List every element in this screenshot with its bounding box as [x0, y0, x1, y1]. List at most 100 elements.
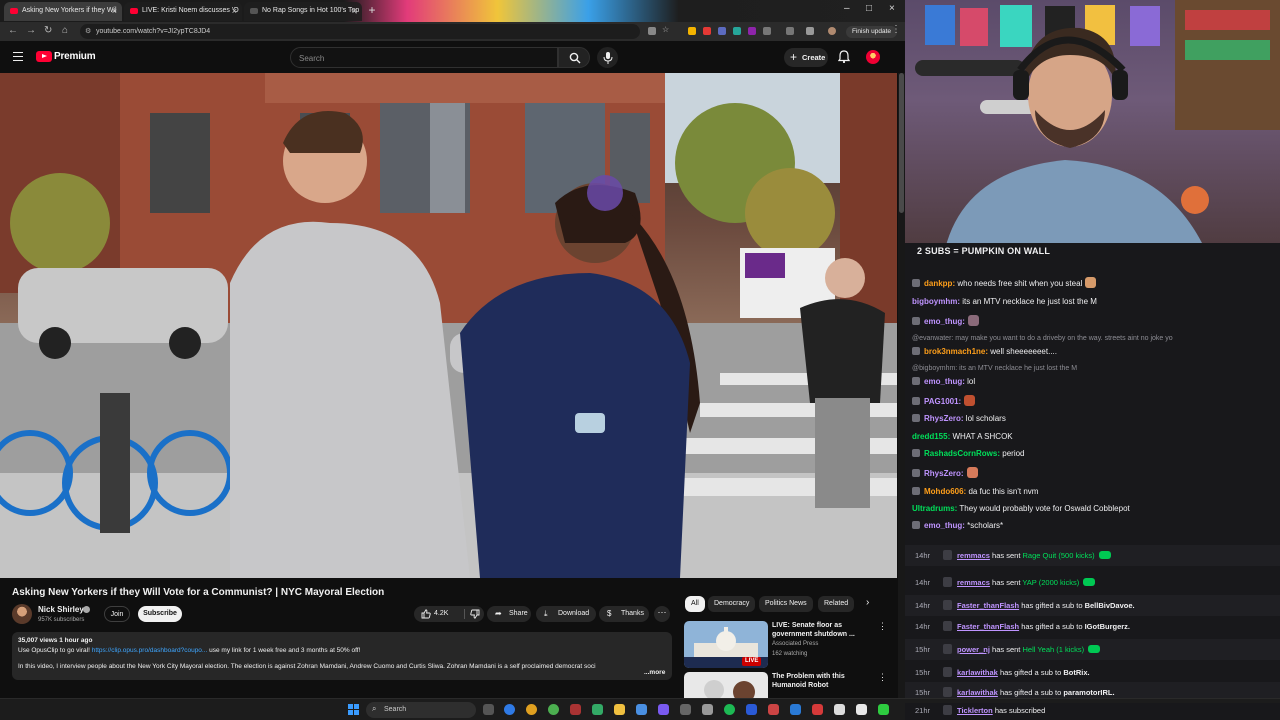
recommendation-item[interactable]: The Problem with this Humanoid Robot ⋮: [684, 672, 894, 698]
tab-kristi-noem[interactable]: LIVE: Kristi Noem discusses 'O ×: [124, 2, 242, 21]
event-username[interactable]: Faster_thanFlash: [957, 601, 1019, 610]
show-more-link[interactable]: ...more: [642, 669, 666, 676]
page-scrollbar[interactable]: [898, 73, 905, 698]
event-username[interactable]: karlawithak: [957, 688, 998, 697]
chip-politics-news[interactable]: Politics News: [759, 596, 813, 612]
spotify-icon[interactable]: [724, 704, 735, 715]
like-count[interactable]: 4.2K: [434, 610, 448, 617]
more-actions-icon[interactable]: ⋯: [654, 606, 670, 622]
app-icon[interactable]: [812, 704, 823, 715]
sidebar-icon[interactable]: [786, 27, 794, 35]
recommendation-title[interactable]: The Problem with this Humanoid Robot: [772, 672, 872, 690]
new-tab-icon[interactable]: +: [366, 4, 378, 16]
chat-username[interactable]: emo_thug:: [924, 317, 965, 326]
chat-username[interactable]: brok3nmach1ne:: [924, 347, 988, 356]
app-icon[interactable]: [746, 704, 757, 715]
close-tab-icon[interactable]: ×: [232, 6, 237, 16]
app-icon[interactable]: [790, 704, 801, 715]
create-button[interactable]: + Create: [784, 48, 828, 67]
event-username[interactable]: remmacs: [957, 578, 990, 587]
reload-icon[interactable]: ↻: [44, 25, 52, 36]
chat-username[interactable]: Mohdo606:: [924, 487, 966, 496]
more-options-icon[interactable]: ⋮: [878, 672, 887, 683]
subscribe-button[interactable]: Subscribe: [138, 606, 182, 622]
chat-username[interactable]: Ultradrums:: [912, 504, 957, 513]
close-window-icon[interactable]: ×: [889, 3, 895, 14]
file-explorer-icon[interactable]: [614, 704, 625, 715]
video-thumbnail[interactable]: [684, 672, 768, 698]
app-icon[interactable]: [658, 704, 669, 715]
browser-menu-icon[interactable]: ⋮: [891, 24, 901, 35]
recommendation-channel[interactable]: Associated Press: [772, 641, 818, 647]
voice-search-button[interactable]: [597, 47, 618, 68]
task-view-icon[interactable]: [483, 704, 494, 715]
extension-icon[interactable]: [688, 27, 696, 35]
chip-democracy[interactable]: Democracy: [708, 596, 756, 612]
channel-avatar[interactable]: [12, 604, 32, 624]
recommendation-title[interactable]: LIVE: Senate floor as government shutdow…: [772, 621, 872, 639]
windows-start-icon[interactable]: [348, 704, 359, 715]
more-options-icon[interactable]: ⋮: [878, 621, 887, 632]
app-icon[interactable]: [878, 704, 889, 715]
share-button[interactable]: ➦ Share: [487, 606, 531, 622]
chat-username[interactable]: RhysZero:: [924, 469, 964, 478]
app-icon[interactable]: [592, 704, 603, 715]
app-icon[interactable]: [548, 704, 559, 715]
chat-username[interactable]: bigboymhm:: [912, 297, 960, 306]
taskbar-search[interactable]: ⌕ Search: [366, 702, 476, 718]
chat-username[interactable]: dankpp:: [924, 279, 955, 288]
app-icon[interactable]: [702, 704, 713, 715]
extension-icon[interactable]: [703, 27, 711, 35]
extensions-puzzle-icon[interactable]: [763, 27, 771, 35]
app-icon[interactable]: [834, 704, 845, 715]
chat-username[interactable]: emo_thug:: [924, 521, 965, 530]
site-info-icon[interactable]: ⚙: [85, 27, 91, 35]
maximize-icon[interactable]: □: [866, 3, 872, 14]
cast-icon[interactable]: [648, 27, 656, 35]
finish-update-button[interactable]: Finish update: [846, 26, 898, 38]
youtube-logo-icon[interactable]: [36, 51, 52, 62]
search-button[interactable]: [558, 47, 590, 68]
app-icon[interactable]: [856, 704, 867, 715]
url-field[interactable]: ⚙ youtube.com/watch?v=JI2ypTC8JD4: [80, 24, 640, 39]
event-username[interactable]: Ticklerton: [957, 706, 993, 715]
extension-icon[interactable]: [733, 27, 741, 35]
app-icon[interactable]: [768, 704, 779, 715]
chat-username[interactable]: dredd155:: [912, 432, 950, 441]
chevron-right-icon[interactable]: ›: [866, 597, 869, 608]
scrollbar-thumb[interactable]: [899, 73, 904, 213]
minimize-icon[interactable]: –: [844, 3, 850, 14]
sponsor-link[interactable]: https://clip.opus.pro/dashboard?coupo...: [92, 647, 208, 654]
chat-username[interactable]: emo_thug:: [924, 377, 965, 386]
thanks-button[interactable]: $ Thanks: [599, 606, 649, 622]
tab-asking-new-yorkers[interactable]: Asking New Yorkers if they Wil ×: [4, 2, 122, 21]
tab-rap-songs[interactable]: No Rap Songs in Hot 100's Top ×: [244, 2, 362, 21]
app-icon[interactable]: [680, 704, 691, 715]
video-description[interactable]: 35,007 views 1 hour ago Use OpusClip to …: [12, 632, 672, 680]
video-thumbnail[interactable]: LIVE: [684, 621, 768, 668]
thumbs-down-icon[interactable]: [470, 609, 480, 619]
thumbs-up-icon[interactable]: [421, 609, 431, 619]
profile-icon[interactable]: [806, 27, 814, 35]
event-username[interactable]: karlawithak: [957, 668, 998, 677]
forward-icon[interactable]: →: [26, 25, 36, 36]
youtube-premium-label[interactable]: Premium: [54, 51, 96, 62]
channel-name[interactable]: Nick Shirley: [38, 605, 84, 614]
app-icon[interactable]: [636, 704, 647, 715]
join-button[interactable]: Join: [104, 606, 130, 622]
close-tab-icon[interactable]: ×: [112, 6, 117, 16]
chat-username[interactable]: RhysZero:: [924, 414, 964, 423]
recommendation-item[interactable]: LIVE LIVE: Senate floor as government sh…: [684, 621, 894, 671]
profile-avatar[interactable]: [828, 27, 836, 35]
app-icon[interactable]: [570, 704, 581, 715]
account-avatar[interactable]: [866, 50, 880, 64]
event-username[interactable]: remmacs: [957, 551, 990, 560]
chat-username[interactable]: PAG1001:: [924, 397, 961, 406]
download-button[interactable]: ⤓ Download: [536, 606, 596, 622]
home-icon[interactable]: ⌂: [62, 25, 68, 36]
extension-icon[interactable]: [718, 27, 726, 35]
chip-all[interactable]: All: [685, 596, 705, 612]
hamburger-menu-icon[interactable]: [13, 52, 23, 61]
chip-related[interactable]: Related: [818, 596, 855, 612]
edge-browser-icon[interactable]: [504, 704, 515, 715]
